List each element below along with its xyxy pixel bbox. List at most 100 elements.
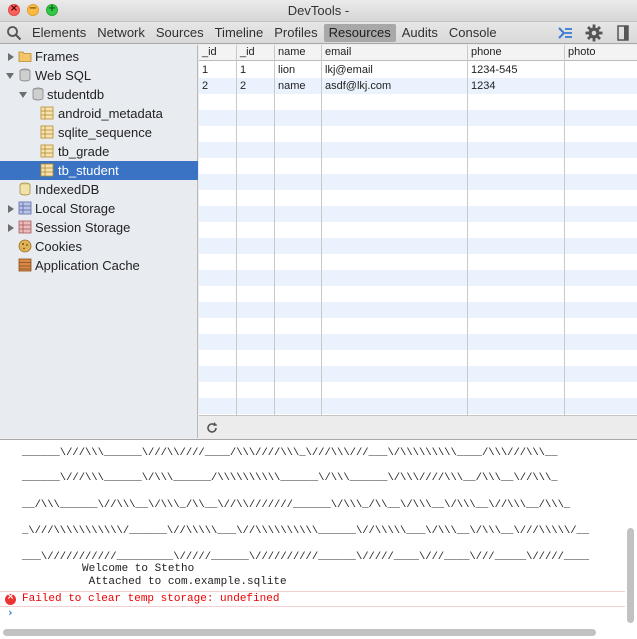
empty-row: [199, 254, 637, 270]
sidebar-item-cookies[interactable]: Cookies: [0, 237, 198, 256]
sidebar-item-studentdb[interactable]: studentdb: [0, 85, 198, 104]
table-header: _id _id name email phone photo: [199, 45, 637, 61]
console-input[interactable]: [20, 606, 610, 620]
sidebar-item-label: studentdb: [47, 87, 105, 102]
empty-row: [199, 302, 637, 318]
console-ascii-line: __/\\\______\//\\\__\/\\\_/\\__\//\\////…: [22, 499, 571, 511]
table-icon: [40, 106, 54, 120]
table-cell: asdf@lkj.com: [325, 80, 392, 92]
console-drawer-icon[interactable]: [556, 24, 574, 42]
sidebar-item-application-cache[interactable]: Application Cache: [0, 256, 198, 275]
sidebar-item-label: android_metadata: [58, 106, 163, 121]
expand-triangle-icon[interactable]: [8, 224, 14, 232]
grid-status-bar: [199, 415, 637, 439]
app-cache-icon: [18, 258, 32, 272]
empty-row: [199, 366, 637, 382]
resources-sidebar: Frames Web SQL studentdb android_metadat…: [0, 45, 198, 438]
column-divider[interactable]: [564, 45, 565, 415]
table-cell: 2: [202, 80, 209, 92]
console-drawer: ______\///\\\______\///\\////____/\\\///…: [0, 439, 637, 639]
database-icon: [32, 87, 44, 101]
tab-network[interactable]: Network: [92, 24, 150, 42]
tab-timeline[interactable]: Timeline: [210, 24, 269, 42]
table-cell: 2: [240, 80, 247, 92]
table-cell: 1: [240, 64, 247, 76]
empty-row: [199, 238, 637, 254]
scrollbar-thumb[interactable]: [627, 528, 634, 623]
empty-row: [199, 382, 637, 398]
table-icon: [40, 125, 54, 139]
column-divider[interactable]: [236, 45, 237, 415]
table-cell: [565, 78, 568, 94]
refresh-icon[interactable]: [205, 421, 219, 435]
sidebar-item-label: tb_grade: [58, 144, 110, 159]
column-header[interactable]: phone: [468, 45, 565, 61]
sidebar-item-android-metadata[interactable]: android_metadata: [0, 104, 198, 123]
sidebar-item-tb-student[interactable]: tb_student: [0, 161, 198, 180]
expand-triangle-icon[interactable]: [8, 205, 14, 213]
tab-audits[interactable]: Audits: [397, 24, 443, 42]
table-cell: lion: [278, 64, 296, 76]
scrollbar-thumb[interactable]: [3, 629, 596, 636]
tab-console[interactable]: Console: [444, 24, 502, 42]
empty-row: [199, 270, 637, 286]
sidebar-item-frames[interactable]: Frames: [0, 47, 198, 66]
empty-row: [199, 174, 637, 190]
table-row[interactable]: 2 2 name asdf@lkj.com 1234: [199, 78, 637, 94]
sidebar-item-sqlite-sequence[interactable]: sqlite_sequence: [0, 123, 198, 142]
search-icon[interactable]: [6, 25, 22, 41]
column-header[interactable]: photo: [565, 45, 637, 61]
column-header[interactable]: _id: [237, 45, 275, 61]
tab-sources[interactable]: Sources: [151, 24, 209, 42]
table-cell: [565, 62, 568, 78]
column-header[interactable]: name: [275, 45, 322, 61]
column-divider[interactable]: [321, 45, 322, 415]
sidebar-item-local-storage[interactable]: Local Storage: [0, 199, 198, 218]
table-icon: [40, 163, 54, 177]
panel-tabs: Elements Network Sources Timeline Profil…: [27, 24, 503, 42]
empty-row: [199, 398, 637, 414]
empty-row: [199, 158, 637, 174]
console-ascii-line: ___\///////////_________\/////______\///…: [22, 551, 590, 563]
console-error-message: × Failed to clear temp storage: undefine…: [0, 591, 625, 607]
column-divider[interactable]: [274, 45, 275, 415]
column-divider[interactable]: [467, 45, 468, 415]
folder-icon: [18, 51, 32, 62]
sidebar-item-label: sqlite_sequence: [58, 125, 152, 140]
sidebar-item-label: Session Storage: [35, 220, 131, 235]
empty-row: [199, 334, 637, 350]
console-horizontal-scrollbar[interactable]: [0, 627, 600, 637]
sidebar-item-websql[interactable]: Web SQL: [0, 66, 198, 85]
prompt-chevron-icon: ›: [7, 606, 14, 619]
table-cell: 1: [202, 64, 209, 76]
settings-gear-icon[interactable]: [585, 24, 603, 42]
sidebar-item-label: Application Cache: [35, 258, 140, 273]
sidebar-item-label: tb_student: [58, 163, 119, 178]
collapse-triangle-icon[interactable]: [6, 73, 14, 79]
sidebar-item-tb-grade[interactable]: tb_grade: [0, 142, 198, 161]
sidebar-item-session-storage[interactable]: Session Storage: [0, 218, 198, 237]
error-icon: ×: [5, 592, 16, 605]
collapse-triangle-icon[interactable]: [19, 92, 27, 98]
table-cell: name: [278, 80, 306, 92]
empty-row: [199, 142, 637, 158]
console-vertical-scrollbar[interactable]: [625, 528, 635, 628]
tab-elements[interactable]: Elements: [27, 24, 91, 42]
table-row[interactable]: 1 1 lion lkj@email 1234-545: [199, 62, 637, 78]
empty-row: [199, 286, 637, 302]
empty-row: [199, 126, 637, 142]
window-title: DevTools -: [287, 3, 350, 18]
column-header[interactable]: _id: [199, 45, 237, 61]
sidebar-item-indexeddb[interactable]: IndexedDB: [0, 180, 198, 199]
tab-profiles[interactable]: Profiles: [269, 24, 322, 42]
tab-resources[interactable]: Resources: [323, 24, 396, 42]
console-ascii-line: ______\///\\\______\///\\////____/\\\///…: [22, 447, 558, 459]
cookie-icon: [18, 239, 32, 253]
console-ascii-line: ______\///\\\______\/\\\______/\\\\\\\\\…: [22, 472, 558, 484]
dock-icon[interactable]: [614, 24, 632, 42]
database-icon: [19, 182, 31, 196]
expand-triangle-icon[interactable]: [8, 53, 14, 61]
sidebar-item-label: Web SQL: [35, 68, 92, 83]
sidebar-item-label: Local Storage: [35, 201, 116, 216]
column-header[interactable]: email: [322, 45, 468, 61]
